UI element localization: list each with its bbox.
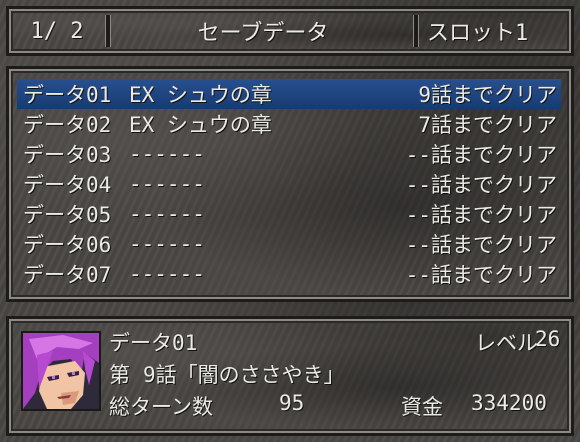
save-id: データ05 — [23, 203, 112, 227]
header-divider — [105, 15, 111, 47]
save-id: データ01 — [23, 83, 112, 107]
save-progress: 9話までクリア — [418, 83, 557, 107]
save-id: データ03 — [23, 143, 112, 167]
screen-title: セーブデータ — [197, 21, 329, 46]
save-slot-row[interactable]: データ02 EX シュウの章 7話までクリア — [17, 109, 561, 139]
header-bar: 1/ 2 セーブデータ スロット1 — [6, 6, 574, 56]
save-progress: --話までクリア — [405, 263, 557, 287]
save-details-panel: データ01 レベル 26 第 9話「闇のささやき」 総ターン数 95 資金 33… — [6, 316, 574, 436]
save-slot-row[interactable]: データ03 ------ --話までクリア — [17, 139, 561, 169]
save-id: データ02 — [23, 113, 112, 137]
save-title: ------ — [129, 142, 205, 166]
save-title: ------ — [129, 262, 205, 286]
save-progress: --話までクリア — [405, 173, 557, 197]
save-name: データ01 — [109, 331, 198, 355]
save-title: ------ — [129, 232, 205, 256]
turns-label: 総ターン数 — [109, 395, 213, 419]
save-title: ------ — [129, 202, 205, 226]
slot-indicator[interactable]: スロット1 — [421, 9, 571, 53]
character-portrait-icon — [23, 333, 99, 409]
save-progress: --話までクリア — [405, 143, 557, 167]
save-slot-row[interactable]: データ05 ------ --話までクリア — [17, 199, 561, 229]
level-label: レベル — [475, 331, 538, 355]
save-id: データ04 — [23, 173, 112, 197]
funds-value: 334200 — [471, 391, 547, 415]
save-id: データ07 — [23, 263, 112, 287]
save-title: EX シュウの章 — [129, 83, 272, 107]
header-divider — [413, 15, 419, 47]
save-title: EX シュウの章 — [129, 113, 272, 137]
save-list: データ01 EX シュウの章 9話までクリア データ02 EX シュウの章 7話… — [6, 66, 574, 302]
save-id: データ06 — [23, 233, 112, 257]
save-progress: --話までクリア — [405, 233, 557, 257]
save-progress: --話までクリア — [405, 203, 557, 227]
turns-value: 95 — [279, 391, 305, 415]
funds-label: 資金 — [401, 395, 443, 419]
save-slot-row[interactable]: データ01 EX シュウの章 9話までクリア — [17, 79, 561, 109]
page-indicator: 1/ 2 — [30, 18, 84, 44]
save-slot-row[interactable]: データ04 ------ --話までクリア — [17, 169, 561, 199]
chapter-label: 第 — [109, 363, 130, 387]
character-portrait — [21, 331, 101, 411]
save-title: ------ — [129, 172, 205, 196]
save-slot-row[interactable]: データ07 ------ --話までクリア — [17, 259, 561, 289]
save-progress: 7話までクリア — [418, 113, 557, 137]
chapter-value: 9話「闇のささやき」 — [143, 363, 345, 387]
save-slot-row[interactable]: データ06 ------ --話までクリア — [17, 229, 561, 259]
level-value: 26 — [535, 327, 561, 351]
